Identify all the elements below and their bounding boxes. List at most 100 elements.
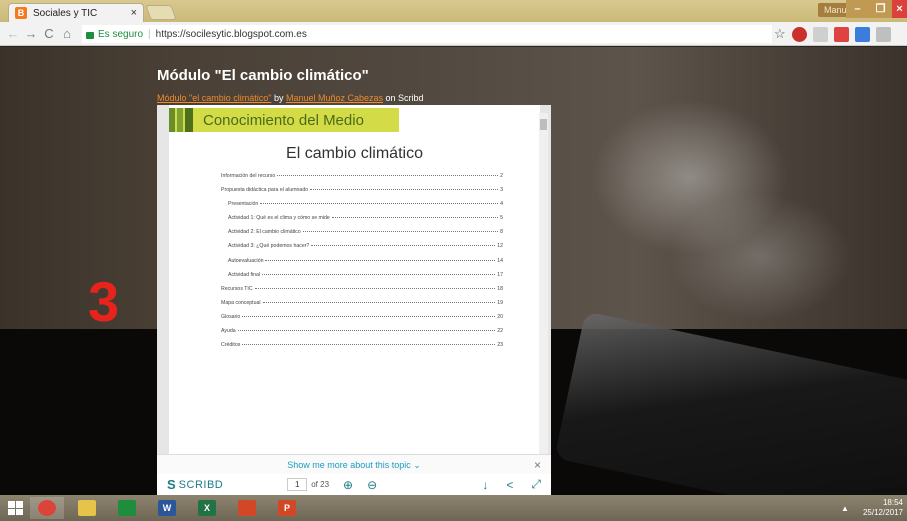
scrollbar-thumb[interactable] [540,119,547,130]
extension-red-icon[interactable] [791,26,807,42]
document-title: El cambio climático [286,145,423,162]
taskbar-apps: WX P [30,497,310,519]
document-page: Conocimiento del Medio El cambio climáti… [169,105,540,495]
zoom-out-icon[interactable]: ⊖ [367,478,377,492]
url-text: https://socilesytic.blogspot.com.es [155,28,307,40]
embed-attribution: Módulo "el cambio climático" by Manuel M… [157,93,424,103]
toc-label: Propuesta didáctica para el alumnado [221,187,309,194]
extension-gray-icon[interactable] [812,26,828,42]
close-window-button[interactable]: × [892,0,907,18]
taskbar-store[interactable] [110,497,144,519]
toc-entry[interactable]: Actividad 2: El cambio climático 8 [221,229,503,243]
toc-page-number: 23 [497,342,503,349]
start-button[interactable] [0,495,30,521]
reload-icon[interactable]: C [40,26,58,41]
file-explorer-icon [78,500,96,516]
toc-entry[interactable]: Recursos TIC 18 [221,286,503,300]
new-tab-button[interactable] [145,5,177,20]
tab-title: Sociales y TIC [33,7,98,19]
toc-entry[interactable]: Actividad final 17 [221,272,503,286]
back-arrow-icon[interactable]: ← [4,26,22,41]
post-title: Módulo "El cambio climático" [157,67,369,84]
chrome-icon [38,500,56,516]
banner-stripe [169,108,175,132]
download-icon[interactable]: ↓ [482,478,488,492]
toc-entry[interactable]: Glosario 20 [221,314,503,328]
embed-by-text: by [271,93,286,103]
toc-page-number: 3 [500,187,503,194]
toc-page-number: 12 [497,243,503,250]
lock-icon [86,31,94,39]
fullscreen-icon[interactable]: ⤢ [531,477,541,492]
maximize-button[interactable]: ❐ [869,0,892,18]
clock[interactable]: 18:54 25/12/2017 [863,498,903,518]
toc-leader-dots [242,315,496,317]
toc-page-number: 4 [500,201,503,208]
address-bar[interactable]: Es seguro | https://socilesytic.blogspot… [82,25,772,43]
toc-leader-dots [260,203,499,205]
tab-close-icon[interactable]: × [131,7,137,19]
clock-date: 25/12/2017 [862,508,903,517]
store-icon [118,500,136,516]
toc-leader-dots [254,287,496,289]
scrollbar[interactable] [539,113,548,483]
toc-entry[interactable]: Información del recurso 2 [221,173,503,187]
toc-leader-dots [331,217,499,219]
clock-time: 18:54 [882,498,903,507]
tray-expand-icon[interactable]: ▲ [841,504,849,513]
page-number-input[interactable]: 1 [287,478,308,491]
scribd-viewer[interactable]: Conocimiento del Medio El cambio climáti… [157,105,551,495]
extension-news-icon[interactable] [854,26,870,42]
toc-page-number: 18 [497,285,503,292]
toc-entry[interactable]: Actividad 3: ¿Qué podemos hacer? 12 [221,243,503,257]
toc-label: Presentación [228,201,259,208]
extension-icons: ☆ [774,26,891,42]
taskbar-word[interactable]: W [150,497,184,519]
minimize-button[interactable]: – [846,0,869,18]
toc-leader-dots [302,231,499,233]
toc-entry[interactable]: Créditos 23 [221,342,503,356]
taskbar-excel[interactable]: X [190,497,224,519]
document-link[interactable]: Módulo "el cambio climático" [157,93,271,103]
toc-leader-dots [262,301,496,303]
page-content: Módulo "El cambio climático" Módulo "el … [0,47,907,495]
toc-leader-dots [242,344,496,346]
browser-tab-strip: B Sociales y TIC × Manuel – ❐ × [0,0,907,22]
toc-page-number: 22 [497,328,503,335]
show-more-bar[interactable]: Show me more about this topic ⌄ × [157,454,551,474]
extension-menu-icon[interactable] [875,26,891,42]
home-icon[interactable]: ⌂ [58,26,76,41]
toc-page-number: 2 [500,173,503,179]
scribd-logo-icon: S [167,477,176,492]
toc-page-number: 19 [497,299,503,306]
taskbar-file-explorer[interactable] [70,497,104,519]
browser-tab[interactable]: B Sociales y TIC × [8,3,144,22]
toc-page-number: 20 [497,313,503,320]
taskbar-office[interactable] [230,497,264,519]
taskbar-powerpoint[interactable]: P [270,497,304,519]
toc-label: Información del recurso [221,173,276,179]
extension-heart-icon[interactable] [833,26,849,42]
toc-entry[interactable]: Presentación 4 [221,201,503,215]
toc-entry[interactable]: Ayuda 22 [221,328,503,342]
toc-entry[interactable]: Mapa conceptual 19 [221,300,503,314]
author-link[interactable]: Manuel Muñoz Cabezas [286,93,383,103]
toc-entry[interactable]: Actividad 1: Qué es el clima y cómo se m… [221,215,503,229]
close-icon[interactable]: × [534,455,541,475]
zoom-in-icon[interactable]: ⊕ [343,478,353,492]
toc-label: Actividad 3: ¿Qué podemos hacer? [228,243,310,250]
toc-entry[interactable]: Autoevaluación 14 [221,258,503,272]
toc-entry[interactable]: Propuesta didáctica para el alumnado 3 [221,187,503,201]
taskbar-chrome[interactable] [30,497,64,519]
banner-stripe [185,108,193,132]
scribd-toolbar: S SCRIBD 1 of 23 ⊕ ⊖ ↓ < ⤢ [157,474,551,495]
toc-leader-dots [265,259,496,261]
bookmark-star-icon[interactable]: ☆ [774,26,786,42]
document-banner: Conocimiento del Medio [169,108,399,132]
forward-arrow-icon[interactable]: → [22,26,40,41]
office-icon [238,500,256,516]
toc-label: Créditos [221,342,241,349]
share-icon[interactable]: < [506,478,513,492]
toc-label: Actividad 2: El cambio climático [228,229,301,236]
show-more-text[interactable]: Show me more about this topic ⌄ [287,460,421,470]
